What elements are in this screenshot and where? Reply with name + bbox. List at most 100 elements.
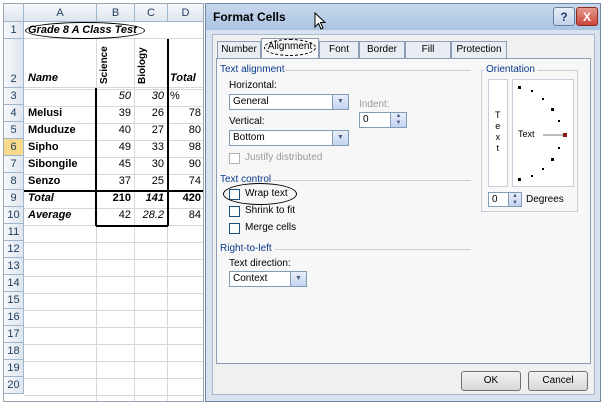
row-header[interactable]: 19 bbox=[4, 360, 24, 377]
indent-spinner[interactable]: 0 ▲ ▼ bbox=[359, 112, 407, 128]
row-header[interactable]: 14 bbox=[4, 275, 24, 292]
science-score-cell[interactable]: 39 bbox=[96, 107, 134, 119]
column-header-a[interactable]: A bbox=[24, 4, 97, 22]
biology-total-cell[interactable]: 141 bbox=[134, 192, 167, 204]
row-header[interactable]: 18 bbox=[4, 343, 24, 360]
row-header[interactable]: 15 bbox=[4, 292, 24, 309]
row-header-selected[interactable]: 6 bbox=[4, 139, 24, 156]
row-header[interactable]: 7 bbox=[4, 156, 24, 173]
total-label-cell[interactable]: Total bbox=[28, 192, 54, 204]
horizontal-select[interactable]: General ▼ bbox=[229, 94, 349, 110]
spinner-arrows-icon[interactable]: ▲ ▼ bbox=[390, 113, 406, 127]
science-score-cell[interactable]: 49 bbox=[96, 141, 134, 153]
chevron-down-icon[interactable]: ▼ bbox=[290, 272, 306, 286]
student-name-cell[interactable]: Mduduze bbox=[28, 124, 76, 136]
row-header[interactable]: 13 bbox=[4, 258, 24, 275]
header-biology-cell[interactable]: Biology bbox=[137, 47, 148, 84]
science-score-cell[interactable]: 37 bbox=[96, 175, 134, 187]
student-name-cell[interactable]: Sipho bbox=[28, 141, 59, 153]
science-score-cell[interactable]: 40 bbox=[96, 124, 134, 136]
row-header[interactable]: 11 bbox=[4, 224, 24, 241]
row-header[interactable]: 16 bbox=[4, 309, 24, 326]
biology-average-cell[interactable]: 28.2 bbox=[134, 209, 167, 221]
tab-number[interactable]: Number bbox=[217, 41, 261, 58]
total-percent-cell[interactable]: 98 bbox=[168, 141, 203, 153]
tab-border[interactable]: Border bbox=[359, 41, 405, 58]
orientation-group-label: Orientation bbox=[484, 64, 537, 75]
percent-average-cell[interactable]: 84 bbox=[168, 209, 203, 221]
wrap-text-highlight-ellipse bbox=[223, 183, 297, 205]
average-label-cell[interactable]: Average bbox=[28, 209, 71, 221]
horizontal-label: Horizontal: bbox=[229, 80, 277, 91]
row-header[interactable]: 5 bbox=[4, 122, 24, 139]
justify-distributed-checkbox[interactable] bbox=[229, 153, 240, 164]
data-left-border bbox=[95, 88, 97, 226]
row-header[interactable]: 3 bbox=[4, 88, 24, 105]
tab-fill[interactable]: Fill bbox=[405, 41, 451, 58]
row-header[interactable]: 9 bbox=[4, 190, 24, 207]
total-percent-cell[interactable]: 90 bbox=[168, 158, 203, 170]
biology-score-cell[interactable]: 27 bbox=[134, 124, 167, 136]
alignment-panel: Text alignment Horizontal: General ▼ Ind… bbox=[216, 58, 591, 364]
mouse-cursor-icon bbox=[314, 12, 326, 30]
row-header[interactable]: 8 bbox=[4, 173, 24, 190]
vertical-text-button[interactable]: T e x t bbox=[488, 79, 508, 187]
close-button[interactable]: X bbox=[576, 7, 598, 26]
science-score-cell[interactable]: 45 bbox=[96, 158, 134, 170]
total-percent-cell[interactable]: 80 bbox=[168, 124, 203, 136]
header-name-cell[interactable]: Name bbox=[28, 72, 58, 84]
biology-score-cell[interactable]: 25 bbox=[134, 175, 167, 187]
row-header[interactable]: 1 bbox=[4, 22, 24, 39]
science-total-cell[interactable]: 210 bbox=[96, 192, 134, 204]
degrees-value: 0 bbox=[492, 194, 498, 205]
degrees-label: Degrees bbox=[526, 194, 564, 205]
help-button[interactable]: ? bbox=[553, 7, 575, 26]
max-science-cell[interactable]: 50 bbox=[96, 90, 134, 102]
header-total-cell[interactable]: Total bbox=[170, 72, 196, 84]
select-all-corner[interactable] bbox=[4, 4, 24, 22]
data-bottom-border bbox=[96, 225, 168, 227]
ok-button[interactable]: OK bbox=[461, 371, 521, 391]
dialog-titlebar[interactable]: Format Cells ? X bbox=[206, 4, 600, 30]
percent-total-cell[interactable]: 420 bbox=[168, 192, 203, 204]
biology-score-cell[interactable]: 30 bbox=[134, 158, 167, 170]
biology-score-cell[interactable]: 33 bbox=[134, 141, 167, 153]
student-name-cell[interactable]: Sibongile bbox=[28, 158, 78, 170]
header-science-cell[interactable]: Science bbox=[99, 46, 110, 84]
tab-font[interactable]: Font bbox=[319, 41, 359, 58]
text-direction-value: Context bbox=[233, 273, 268, 284]
merge-cells-label: Merge cells bbox=[245, 222, 297, 233]
science-average-cell[interactable]: 42 bbox=[96, 209, 134, 221]
student-name-cell[interactable]: Senzo bbox=[28, 175, 60, 187]
shrink-to-fit-checkbox[interactable] bbox=[229, 206, 240, 217]
chevron-down-icon[interactable]: ▼ bbox=[332, 131, 348, 145]
spinner-arrows-icon[interactable]: ▲ ▼ bbox=[508, 193, 521, 206]
tab-protection[interactable]: Protection bbox=[451, 41, 507, 58]
vertical-text-letters: T e x t bbox=[495, 110, 501, 154]
row-header[interactable]: 4 bbox=[4, 105, 24, 122]
student-name-cell[interactable]: Melusi bbox=[28, 107, 62, 119]
cancel-button[interactable]: Cancel bbox=[528, 371, 588, 391]
biology-score-cell[interactable]: 26 bbox=[134, 107, 167, 119]
text-direction-select[interactable]: Context ▼ bbox=[229, 271, 307, 287]
chevron-down-icon[interactable]: ▼ bbox=[332, 95, 348, 109]
percent-cell[interactable]: % bbox=[170, 90, 180, 102]
column-header-b[interactable]: B bbox=[97, 4, 135, 22]
total-percent-cell[interactable]: 78 bbox=[168, 107, 203, 119]
max-biology-cell[interactable]: 30 bbox=[134, 90, 167, 102]
column-header-d[interactable]: D bbox=[168, 4, 203, 22]
merge-cells-checkbox[interactable] bbox=[229, 223, 240, 234]
indent-value: 0 bbox=[363, 114, 369, 125]
row-header[interactable]: 17 bbox=[4, 326, 24, 343]
vertical-select[interactable]: Bottom ▼ bbox=[229, 130, 349, 146]
row-header[interactable]: 2 bbox=[4, 39, 24, 88]
dialog-title: Format Cells bbox=[213, 10, 286, 24]
group-divider bbox=[273, 180, 471, 181]
row-header[interactable]: 20 bbox=[4, 377, 24, 394]
row-header[interactable]: 12 bbox=[4, 241, 24, 258]
total-percent-cell[interactable]: 74 bbox=[168, 175, 203, 187]
column-header-c[interactable]: C bbox=[135, 4, 168, 22]
orientation-dial[interactable]: Text bbox=[512, 79, 574, 187]
row-header[interactable]: 10 bbox=[4, 207, 24, 224]
degrees-spinner[interactable]: 0 ▲ ▼ bbox=[488, 192, 522, 207]
